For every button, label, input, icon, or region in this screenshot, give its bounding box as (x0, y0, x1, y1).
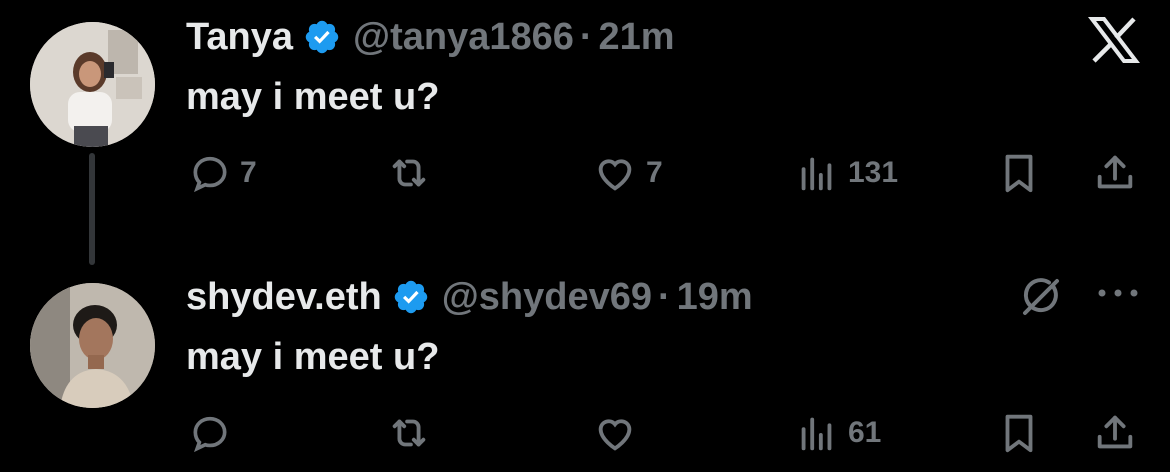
heart-icon (592, 150, 638, 196)
repost-button[interactable] (386, 148, 440, 198)
views-count: 61 (848, 416, 882, 449)
bookmark-button[interactable] (996, 408, 1042, 458)
verified-badge-icon (392, 278, 430, 316)
tweet-text: may i meet u? (186, 76, 440, 118)
heart-icon (592, 410, 638, 456)
bookmark-button[interactable] (996, 148, 1042, 198)
timestamp[interactable]: 21m (599, 16, 675, 59)
reply-button[interactable]: 7 (188, 148, 257, 198)
bookmark-icon (996, 150, 1042, 196)
grok-icon[interactable] (1016, 272, 1064, 320)
tweet-header: Tanya @tanya1866 · 21m (186, 12, 675, 62)
reply-count: 7 (240, 156, 257, 189)
timestamp[interactable]: 19m (677, 276, 753, 319)
analytics-icon (794, 410, 840, 456)
repost-button[interactable] (386, 408, 440, 458)
reply-icon (188, 411, 232, 455)
share-icon (1092, 410, 1138, 456)
views-count: 131 (848, 156, 899, 189)
more-options-icon[interactable] (1096, 278, 1140, 308)
tweet-thread: Tanya @tanya1866 · 21m may i meet u? 7 7 (0, 0, 1170, 472)
like-button[interactable] (592, 408, 646, 458)
author-name[interactable]: shydev.eth (186, 276, 382, 319)
author-name[interactable]: Tanya (186, 16, 293, 59)
views-button[interactable]: 131 (794, 148, 898, 198)
avatar[interactable] (30, 283, 155, 408)
tweet-text: may i meet u? (186, 336, 440, 378)
share-icon (1092, 150, 1138, 196)
author-handle[interactable]: @tanya1866 (353, 16, 574, 59)
analytics-icon (794, 150, 840, 196)
avatar[interactable] (30, 22, 155, 147)
like-button[interactable]: 7 (592, 148, 663, 198)
share-button[interactable] (1092, 148, 1138, 198)
x-logo-icon[interactable] (1087, 16, 1141, 64)
separator: · (657, 275, 671, 318)
repost-icon (386, 150, 432, 196)
like-count: 7 (646, 156, 663, 189)
separator: · (579, 15, 593, 58)
reply-icon (188, 151, 232, 195)
share-button[interactable] (1092, 408, 1138, 458)
reply-button[interactable] (188, 408, 240, 458)
bookmark-icon (996, 410, 1042, 456)
verified-badge-icon (303, 18, 341, 56)
thread-line (89, 153, 95, 265)
author-handle[interactable]: @shydev69 (442, 276, 652, 319)
repost-icon (386, 410, 432, 456)
views-button[interactable]: 61 (794, 408, 881, 458)
tweet-header: shydev.eth @shydev69 · 19m (186, 272, 753, 322)
